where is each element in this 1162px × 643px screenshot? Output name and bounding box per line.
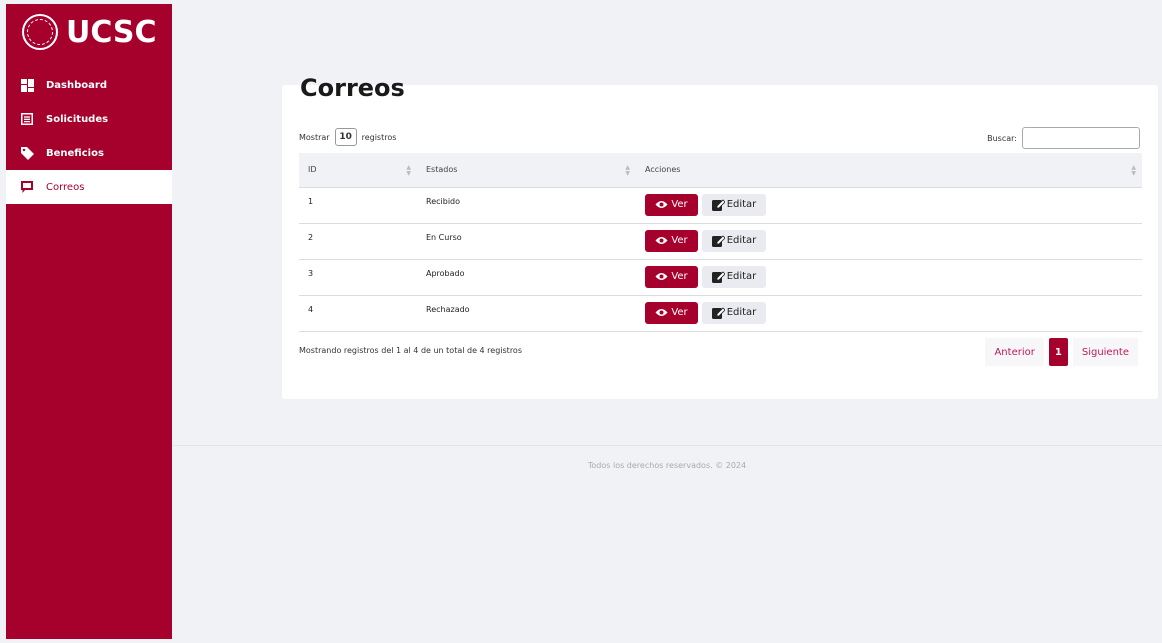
sidebar-item-label: Solicitudes — [46, 113, 109, 125]
sidebar-item-beneficios[interactable]: Beneficios — [6, 136, 172, 170]
view-button-label: Ver — [671, 271, 688, 282]
cell-estado: En Curso — [417, 222, 636, 259]
footer-text: Todos los derechos reservados. © 2024 — [587, 461, 747, 470]
view-button-label: Ver — [671, 235, 688, 246]
edit-button[interactable]: Editar — [702, 229, 766, 252]
dashboard-icon — [20, 78, 34, 92]
column-header-estados[interactable]: Estados ▲ ▼ — [417, 153, 636, 187]
emails-table: ID ▲ ▼ Estados ▲ ▼ Acciones ▲ ▼ 1 Recibido — [299, 153, 1142, 332]
pagination: Anterior 1 Siguiente — [985, 338, 1138, 366]
edit-button[interactable]: Editar — [702, 193, 766, 216]
cell-actions: Ver Editar — [636, 222, 1142, 259]
eye-icon — [655, 309, 668, 316]
sidebar-item-dashboard[interactable]: Dashboard — [6, 68, 172, 102]
sidebar-nav: Dashboard Solicitudes Beneficios Correos — [6, 68, 172, 204]
cell-id: 3 — [299, 258, 417, 295]
table-info: Mostrando registros del 1 al 4 de un tot… — [299, 346, 522, 355]
column-header-label: Estados — [426, 165, 458, 175]
sidebar-item-label: Beneficios — [46, 147, 104, 159]
message-icon — [20, 180, 34, 194]
edit-button-label: Editar — [726, 235, 757, 246]
view-button[interactable]: Ver — [645, 193, 698, 216]
view-button[interactable]: Ver — [645, 265, 698, 288]
sidebar-item-correos[interactable]: Correos — [6, 170, 172, 204]
edit-button-label: Editar — [726, 199, 757, 210]
show-suffix-label: registros — [361, 132, 397, 142]
pagination-page-button[interactable]: 1 — [1048, 338, 1068, 366]
cell-estado: Rechazado — [417, 294, 636, 332]
pagination-previous-button[interactable]: Anterior — [985, 338, 1044, 366]
page-length-select[interactable]: 10 — [334, 128, 357, 146]
list-icon — [20, 112, 34, 126]
column-header-label: ID — [308, 165, 317, 175]
pagination-next-button[interactable]: Siguiente — [1072, 338, 1138, 366]
edit-button[interactable]: Editar — [702, 301, 766, 324]
page-title-text: Correos — [300, 74, 405, 102]
sidebar-item-solicitudes[interactable]: Solicitudes — [6, 102, 172, 136]
view-button[interactable]: Ver — [645, 301, 698, 324]
edit-button[interactable]: Editar — [702, 265, 766, 288]
sidebar-item-label: Dashboard — [46, 79, 107, 91]
table-row: 3 Aprobado Ver Editar — [299, 258, 1142, 295]
cell-id: 4 — [299, 294, 417, 332]
table-row: 4 Rechazado Ver Editar — [299, 294, 1142, 332]
logo[interactable]: UCSC — [6, 4, 172, 60]
table-row: 2 En Curso Ver Editar — [299, 222, 1142, 259]
sort-icon: ▲ ▼ — [625, 164, 630, 177]
sidebar: UCSC Dashboard Solicitudes Beneficios Co… — [6, 4, 172, 639]
column-header-id[interactable]: ID ▲ ▼ — [299, 153, 417, 187]
view-button-label: Ver — [671, 199, 688, 210]
show-prefix-label: Mostrar — [299, 132, 330, 142]
search-control: Buscar: — [987, 127, 1140, 149]
tag-icon — [20, 146, 34, 160]
search-label: Buscar: — [987, 133, 1017, 143]
eye-icon — [655, 237, 668, 244]
cell-id: 2 — [299, 222, 417, 259]
edit-icon — [711, 199, 725, 211]
page-title: Correos — [300, 74, 405, 102]
eye-icon — [655, 273, 668, 280]
sort-ascending-icon: ▲ ▼ — [406, 164, 411, 177]
search-input[interactable] — [1022, 127, 1140, 149]
content-card: Correos Mostrar 10 registros Buscar: ID … — [282, 74, 1158, 399]
cell-estado: Aprobado — [417, 258, 636, 295]
edit-icon — [711, 235, 725, 247]
edit-icon — [711, 271, 725, 283]
page-length-control: Mostrar 10 registros — [299, 128, 396, 146]
table-row: 1 Recibido Ver Editar — [299, 186, 1142, 223]
table-header-row: ID ▲ ▼ Estados ▲ ▼ Acciones ▲ ▼ — [299, 153, 1142, 187]
cell-id: 1 — [299, 186, 417, 223]
university-seal-icon — [22, 14, 58, 50]
cell-actions: Ver Editar — [636, 294, 1142, 332]
eye-icon — [655, 201, 668, 208]
footer-divider — [172, 445, 1162, 446]
logo-text: UCSC — [66, 14, 157, 50]
cell-estado: Recibido — [417, 186, 636, 223]
view-button-label: Ver — [671, 307, 688, 318]
column-header-label: Acciones — [645, 165, 681, 175]
edit-button-label: Editar — [726, 307, 757, 318]
view-button[interactable]: Ver — [645, 229, 698, 252]
cell-actions: Ver Editar — [636, 258, 1142, 295]
edit-icon — [711, 307, 725, 319]
sidebar-item-label: Correos — [46, 181, 85, 193]
column-header-acciones[interactable]: Acciones ▲ ▼ — [636, 153, 1142, 187]
sort-icon: ▲ ▼ — [1131, 164, 1136, 177]
cell-actions: Ver Editar — [636, 186, 1142, 223]
edit-button-label: Editar — [726, 271, 757, 282]
